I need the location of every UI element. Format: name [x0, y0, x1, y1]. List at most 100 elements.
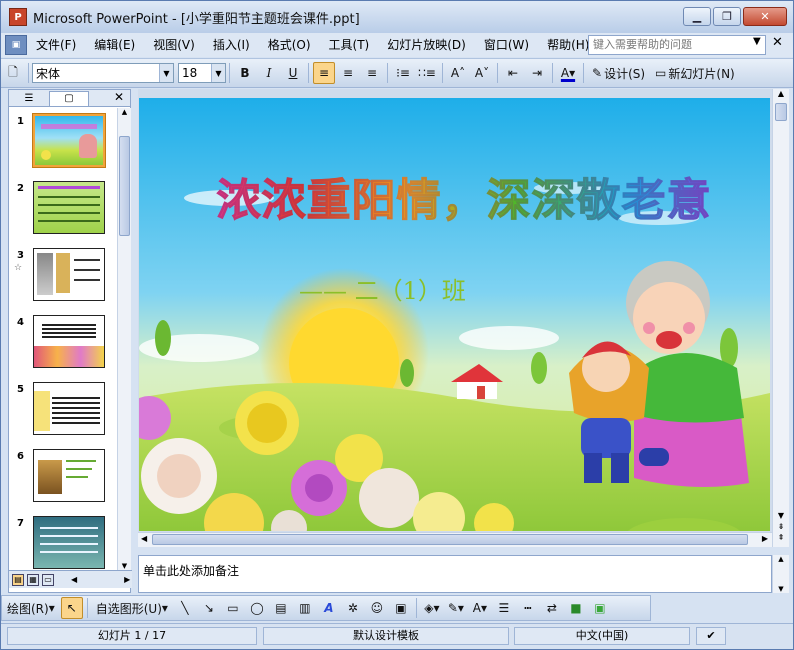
- slide-subtitle[interactable]: —— 二（1）班: [299, 271, 559, 306]
- document-close-icon[interactable]: ✕: [772, 35, 783, 50]
- menu-file[interactable]: 文件(F): [27, 34, 85, 56]
- fill-color-icon[interactable]: ◈▾: [421, 597, 443, 619]
- align-left-icon[interactable]: ≡: [313, 62, 335, 84]
- clipart-icon[interactable]: ☺: [366, 597, 388, 619]
- 3d-style-icon[interactable]: ▣: [589, 597, 611, 619]
- slide-thumb-5[interactable]: 5: [9, 382, 117, 442]
- powerpoint-icon: P: [9, 8, 27, 26]
- align-right-icon[interactable]: ≡: [361, 62, 383, 84]
- notes-placeholder: 单击此处添加备注: [143, 564, 240, 578]
- slide-vertical-scrollbar[interactable]: ▲ ▼ ⇟ ⇞: [772, 89, 789, 547]
- pane-close-icon[interactable]: ✕: [114, 90, 124, 104]
- restore-button[interactable]: ❐: [713, 7, 741, 26]
- vertical-textbox-icon[interactable]: ▥: [294, 597, 316, 619]
- increase-indent-icon[interactable]: ⇥: [526, 62, 548, 84]
- menu-window[interactable]: 窗口(W): [475, 34, 538, 56]
- new-slide-button[interactable]: ▭ 新幻灯片(N): [651, 62, 739, 84]
- help-search-input[interactable]: 键入需要帮助的问题: [588, 35, 766, 55]
- menu-edit[interactable]: 编辑(E): [85, 34, 144, 56]
- slide-canvas[interactable]: 浓浓重阳情，深深敬老意 —— 二（1）班: [139, 98, 770, 531]
- slide-thumb-3[interactable]: 3 ☆: [9, 248, 117, 308]
- close-button[interactable]: ✕: [743, 7, 787, 26]
- document-icon[interactable]: ▣: [5, 35, 27, 55]
- notes-pane[interactable]: 单击此处添加备注: [138, 555, 772, 593]
- menu-format[interactable]: 格式(O): [259, 34, 320, 56]
- help-dropdown-icon[interactable]: ▼: [753, 36, 761, 47]
- scroll-down-icon[interactable]: ▼: [118, 562, 131, 570]
- font-color-icon[interactable]: A▾: [557, 62, 579, 84]
- slide-number: 1: [17, 116, 24, 127]
- separator: [229, 63, 230, 83]
- normal-view-icon[interactable]: ▤: [12, 573, 24, 586]
- design-button[interactable]: ✎ 设计(S): [588, 62, 649, 84]
- scroll-right-icon[interactable]: ▶: [762, 534, 768, 543]
- scroll-left-icon[interactable]: ◀: [141, 534, 147, 543]
- decrease-indent-icon[interactable]: ⇤: [502, 62, 524, 84]
- picture-icon[interactable]: ▣: [390, 597, 412, 619]
- separator: [442, 63, 443, 83]
- menu-tools[interactable]: 工具(T): [320, 34, 379, 56]
- menu-bar: ▣ 文件(F) 编辑(E) 视图(V) 插入(I) 格式(O) 工具(T) 幻灯…: [1, 33, 793, 57]
- menu-insert[interactable]: 插入(I): [204, 34, 259, 56]
- tab-slides[interactable]: ▢: [49, 90, 89, 106]
- scroll-up-icon[interactable]: ▲: [773, 555, 789, 563]
- chevron-down-icon[interactable]: ▼: [211, 64, 225, 82]
- minimize-button[interactable]: ▁: [683, 7, 711, 26]
- numbering-icon[interactable]: ⁝≡: [392, 62, 414, 84]
- thumbnail-scrollbar[interactable]: ▲ ▼: [117, 108, 131, 570]
- diagram-icon[interactable]: ✲: [342, 597, 364, 619]
- slideshow-view-icon[interactable]: ▭: [42, 573, 54, 586]
- textbox-icon[interactable]: ▤: [270, 597, 292, 619]
- design-icon: ✎: [592, 66, 603, 80]
- menu-slideshow[interactable]: 幻灯片放映(D): [378, 34, 475, 56]
- scroll-thumb[interactable]: [152, 534, 748, 545]
- font-color-icon[interactable]: A▾: [469, 597, 491, 619]
- line-color-icon[interactable]: ✎▾: [445, 597, 467, 619]
- slide-thumb-2[interactable]: 2: [9, 181, 117, 241]
- next-slide-icon[interactable]: ▼ ⇟ ⇞: [773, 510, 789, 543]
- font-size-select[interactable]: 18 ▼: [178, 63, 226, 83]
- underline-button[interactable]: U: [282, 62, 304, 84]
- scroll-thumb[interactable]: [775, 103, 787, 121]
- slide-thumb-1[interactable]: 1: [9, 113, 117, 174]
- slide-title[interactable]: 浓浓重阳情，深深敬老意: [194, 164, 734, 228]
- scroll-up-icon[interactable]: ▲: [118, 108, 131, 116]
- bullets-icon[interactable]: ∷≡: [416, 62, 438, 84]
- menu-view[interactable]: 视图(V): [144, 34, 204, 56]
- line-icon[interactable]: ╲: [174, 597, 196, 619]
- scroll-down-icon[interactable]: ▼: [773, 585, 789, 593]
- slide-horizontal-scrollbar[interactable]: ◀ ▶: [138, 532, 772, 547]
- slide-thumb-4[interactable]: 4: [9, 315, 117, 375]
- font-name-select[interactable]: 宋体 ▼: [32, 63, 174, 83]
- oval-icon[interactable]: ◯: [246, 597, 268, 619]
- chevron-down-icon[interactable]: ▼: [159, 64, 173, 82]
- autoshapes-button[interactable]: 自选图形(U) ▾: [92, 597, 172, 619]
- slide-sorter-icon[interactable]: ▦: [27, 573, 39, 586]
- arrow-icon[interactable]: ↘: [198, 597, 220, 619]
- shadow-icon[interactable]: ■: [565, 597, 587, 619]
- tab-outline[interactable]: ☰: [9, 91, 49, 106]
- font-name-value: 宋体: [36, 66, 61, 81]
- scroll-right-icon[interactable]: ▶: [124, 575, 130, 584]
- align-center-icon[interactable]: ≡: [337, 62, 359, 84]
- line-style-icon[interactable]: ☰: [493, 597, 515, 619]
- wordart-icon[interactable]: A: [318, 597, 340, 619]
- arrow-style-icon[interactable]: ⇄: [541, 597, 563, 619]
- scroll-up-icon[interactable]: ▲: [773, 89, 789, 98]
- italic-button[interactable]: I: [258, 62, 280, 84]
- dash-style-icon[interactable]: ┅: [517, 597, 539, 619]
- bold-button[interactable]: B: [234, 62, 256, 84]
- slide-thumb-image: [33, 181, 105, 234]
- slide-thumb-7[interactable]: 7: [9, 516, 117, 570]
- new-document-icon[interactable]: 🗋: [2, 62, 24, 84]
- draw-menu-button[interactable]: 绘图(R) ▾: [3, 597, 59, 619]
- slide-thumb-6[interactable]: 6: [9, 449, 117, 509]
- spellcheck-icon[interactable]: ✔: [696, 627, 726, 645]
- increase-font-icon[interactable]: A˄: [447, 62, 469, 84]
- rectangle-icon[interactable]: ▭: [222, 597, 244, 619]
- scroll-thumb[interactable]: [119, 136, 130, 236]
- scroll-left-icon[interactable]: ◀: [71, 575, 77, 584]
- select-pointer-icon[interactable]: ↖: [60, 597, 83, 619]
- decrease-font-icon[interactable]: A˅: [471, 62, 493, 84]
- notes-scrollbar[interactable]: ▲ ▼: [772, 555, 789, 593]
